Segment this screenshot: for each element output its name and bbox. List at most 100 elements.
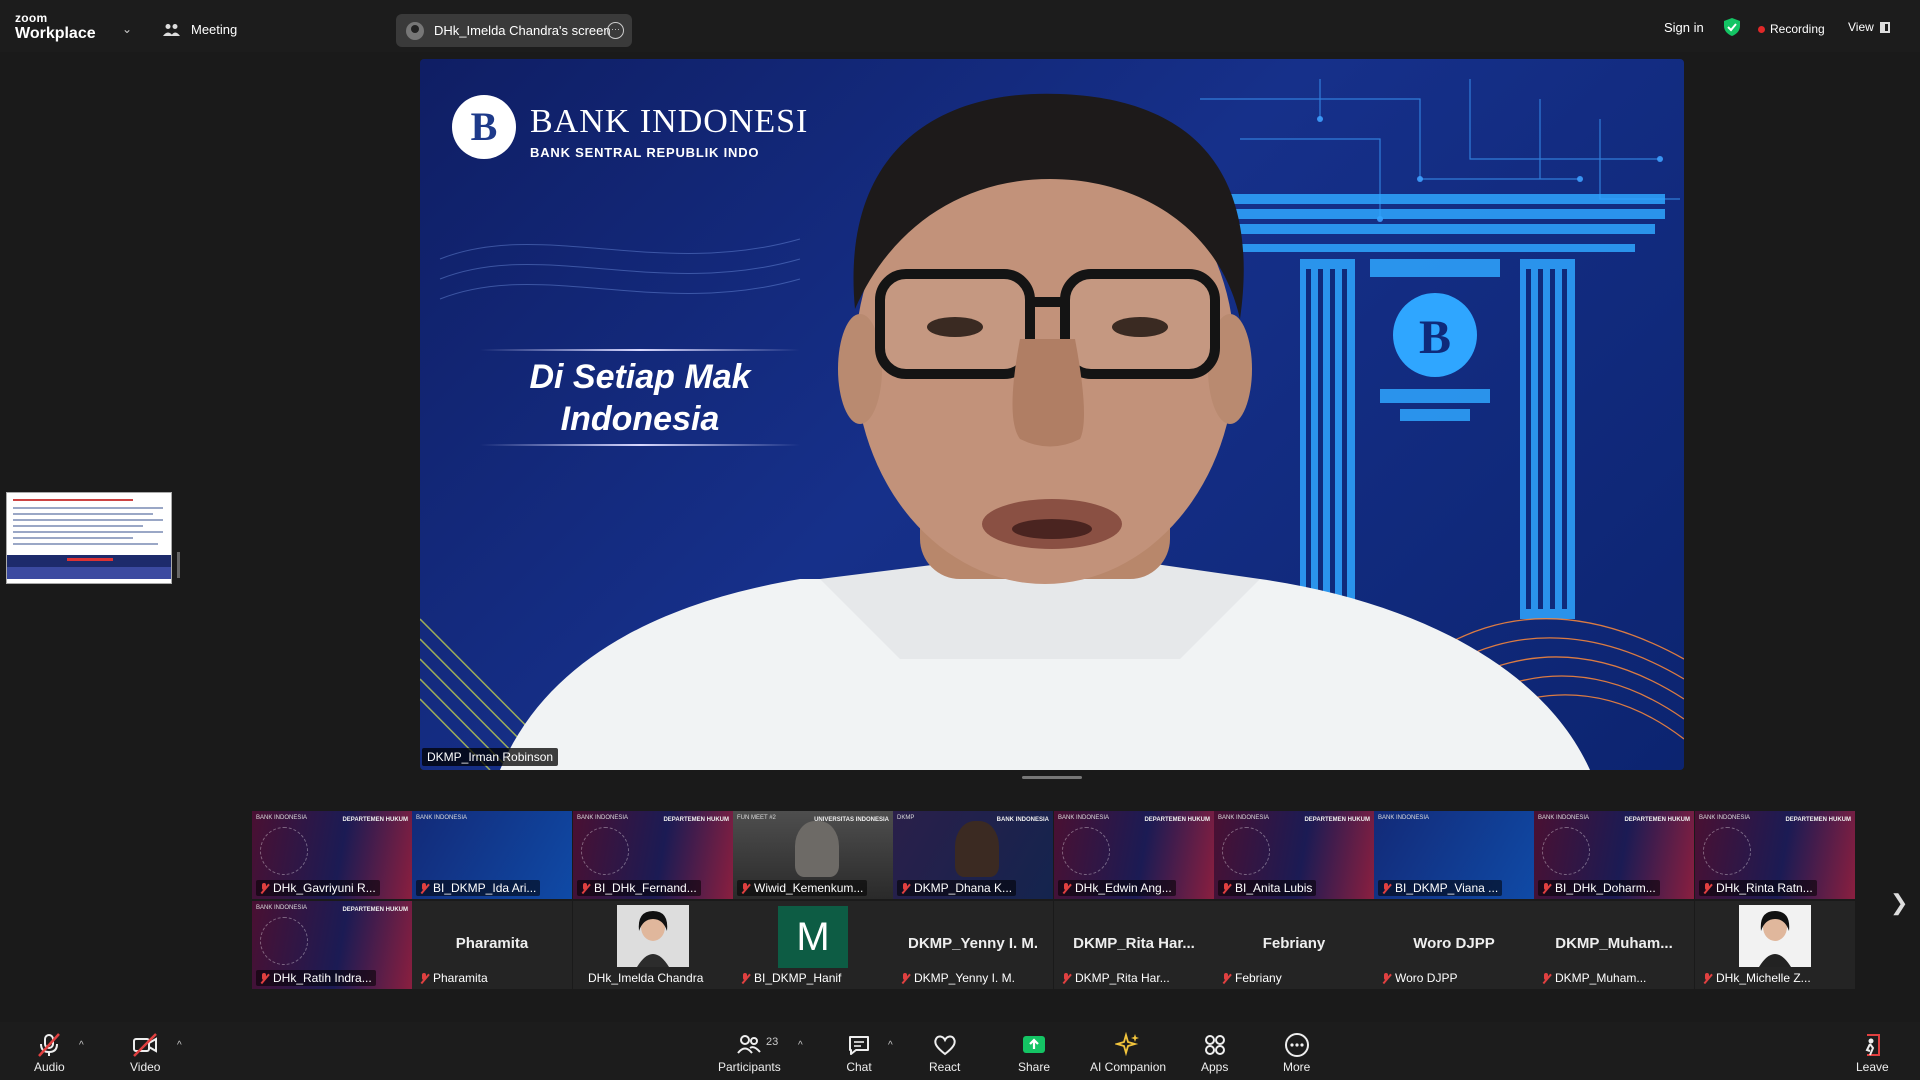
participant-name: DHk_Michelle Z... xyxy=(1716,971,1811,985)
participant-tile[interactable]: DKMP_Muham... DKMP_Muham... xyxy=(1534,901,1694,989)
participant-name-label: DHk_Edwin Ang... xyxy=(1058,880,1176,896)
active-speaker-video[interactable]: B B BANK INDONESI BANK SENTRAL REPUBLIK … xyxy=(420,59,1684,770)
participant-name: DHk_Ratih Indra... xyxy=(273,971,372,985)
participant-name-label: DKMP_Yenny I. M. xyxy=(897,970,1019,986)
participant-tile[interactable]: BANK INDONESIA DEPARTEMEN HUKUM DHk_Gavriy… xyxy=(252,811,412,899)
participant-tile[interactable]: Woro DJPP Woro DJPP xyxy=(1374,901,1534,989)
participant-tile[interactable]: BANK INDONESIA DEPARTEMEN HUKUM BI_DHk_Doh… xyxy=(1534,811,1694,899)
meeting-people-icon xyxy=(163,23,180,36)
participant-avatar-letter: M xyxy=(778,906,848,968)
ai-sparkle-icon xyxy=(1115,1032,1140,1057)
tile-slide-header: BANK INDONESIA xyxy=(256,815,308,821)
mic-muted-icon xyxy=(1702,972,1712,984)
panel-resize-handle[interactable] xyxy=(177,552,180,578)
tile-slide-graphic xyxy=(260,827,308,875)
gallery-resize-handle[interactable] xyxy=(1022,776,1082,779)
tile-slide-graphic xyxy=(1222,827,1270,875)
chevron-down-icon[interactable]: ⌄ xyxy=(122,22,132,36)
participant-name: DKMP_Muham... xyxy=(1555,971,1647,985)
participant-tile[interactable]: BANK INDONESIA DEPARTEMEN HUKUM BI_Anita L… xyxy=(1214,811,1374,899)
screen-share-indicator[interactable]: DHk_Imelda Chandra's screen ··· xyxy=(396,14,632,47)
participant-tile[interactable]: Pharamita Pharamita xyxy=(412,901,572,989)
participant-avatar-photo xyxy=(1739,905,1811,967)
ai-companion-button[interactable]: AI Companion xyxy=(1090,1032,1166,1074)
participant-name-label: DHk_Gavriyuni R... xyxy=(256,880,380,896)
meeting-menu[interactable]: Meeting xyxy=(163,22,237,37)
participant-name-label: DHk_Ratih Indra... xyxy=(256,970,376,986)
tile-slide-department: DEPARTEMEN HUKUM xyxy=(1144,817,1210,823)
mic-muted-icon xyxy=(1381,972,1391,984)
more-options-icon[interactable]: ··· xyxy=(607,22,624,39)
more-button[interactable]: More xyxy=(1283,1032,1310,1074)
brand-zoom: zoom xyxy=(15,11,48,25)
participant-tile[interactable]: DHk_Michelle Z... xyxy=(1695,901,1855,989)
participant-name: DHk_Rinta Ratn... xyxy=(1716,881,1813,895)
participant-tile[interactable]: BANK INDONESIA DEPARTEMEN HUKUM DHk_Edwin … xyxy=(1054,811,1214,899)
participant-display-name: Febriany xyxy=(1262,935,1326,952)
participant-display-name: Woro DJPP xyxy=(1413,935,1495,952)
video-options-chevron-icon[interactable]: ^ xyxy=(177,1040,182,1051)
participant-tile[interactable]: FUN MEET #2 UNIVERSITAS INDONESIA Wiwid_Ke… xyxy=(733,811,893,899)
participant-name: DKMP_Yenny I. M. xyxy=(914,971,1015,985)
security-shield-icon[interactable] xyxy=(1724,18,1740,36)
record-dot-icon xyxy=(1758,25,1765,33)
participant-tile[interactable]: BANK INDONESIA DEPARTEMEN HUKUM DHk_Rinta … xyxy=(1695,811,1855,899)
participant-tile[interactable]: BANK INDONESIA DEPARTEMEN HUKUM DHk_Ratih … xyxy=(252,901,412,989)
react-label: React xyxy=(929,1060,961,1074)
participant-tile[interactable]: BANK INDONESIA BI_DKMP_Ida Ari... xyxy=(412,811,572,899)
participant-tile[interactable]: DKMP_Yenny I. M. DKMP_Yenny I. M. xyxy=(893,901,1053,989)
share-screen-icon xyxy=(1023,1036,1046,1053)
audio-button[interactable]: Audio xyxy=(34,1032,65,1074)
apps-button[interactable]: Apps xyxy=(1201,1032,1228,1074)
chat-button[interactable]: Chat xyxy=(846,1032,872,1074)
mic-muted-icon xyxy=(740,882,750,894)
mic-muted-icon xyxy=(1221,882,1231,894)
recording-label: Recording xyxy=(1770,22,1825,36)
participant-tile[interactable]: DKMP_Rita Har... DKMP_Rita Har... xyxy=(1054,901,1214,989)
participant-name-label: BI_DHk_Fernand... xyxy=(577,880,701,896)
tile-slide-header: BANK INDONESIA xyxy=(1218,815,1270,821)
participant-name: BI_DHk_Fernand... xyxy=(594,881,697,895)
share-button[interactable]: Share xyxy=(1018,1032,1050,1074)
participant-name-label: BI_DKMP_Hanif xyxy=(737,970,845,986)
tile-slide-graphic xyxy=(1703,827,1751,875)
share-label: Share xyxy=(1018,1060,1051,1074)
chat-options-chevron-icon[interactable]: ^ xyxy=(888,1040,893,1051)
mic-muted-icon xyxy=(1221,972,1231,984)
mic-muted-icon xyxy=(1541,972,1551,984)
video-button[interactable]: Video xyxy=(130,1032,160,1074)
participant-name-label: Woro DJPP xyxy=(1378,970,1461,986)
shared-screen-thumbnail[interactable] xyxy=(6,492,172,584)
tile-slide-graphic xyxy=(581,827,629,875)
leave-door-icon xyxy=(1865,1034,1881,1056)
mic-muted-icon xyxy=(259,972,269,984)
participants-count-badge: 23 xyxy=(766,1036,779,1048)
mic-muted-icon xyxy=(900,882,910,894)
participant-tile[interactable]: DKMP BANK INDONESIA DKMP_Dhana K... xyxy=(893,811,1053,899)
tile-slide-header: BANK INDONESIA xyxy=(1058,815,1110,821)
participant-tile[interactable]: DHk_Imelda Chandra xyxy=(573,901,733,989)
participant-name: Pharamita xyxy=(433,971,488,985)
audio-options-chevron-icon[interactable]: ^ xyxy=(79,1040,84,1051)
participant-tile[interactable]: Febriany Febriany xyxy=(1214,901,1374,989)
mic-muted-icon xyxy=(419,882,429,894)
participant-name-label: BI_DKMP_Ida Ari... xyxy=(416,880,541,896)
mic-muted-icon xyxy=(1702,882,1712,894)
view-button[interactable]: View xyxy=(1848,20,1890,34)
zoom-workplace-logo[interactable]: zoom Workplace xyxy=(15,12,96,42)
participants-options-chevron-icon[interactable]: ^ xyxy=(798,1040,803,1051)
tile-slide-department: BANK INDONESIA xyxy=(996,817,1049,823)
participant-tile[interactable]: BANK INDONESIA DEPARTEMEN HUKUM BI_DHk_Fer… xyxy=(573,811,733,899)
recording-indicator[interactable]: Recording xyxy=(1758,22,1825,36)
participant-name-label: BI_Anita Lubis xyxy=(1218,880,1317,896)
leave-button[interactable]: Leave xyxy=(1856,1032,1889,1074)
gallery-next-page-icon[interactable]: ❯ xyxy=(1890,890,1908,916)
view-layout-icon xyxy=(1879,21,1890,33)
react-button[interactable]: React xyxy=(929,1032,960,1074)
sign-in-link[interactable]: Sign in xyxy=(1664,20,1704,35)
participant-name: BI_DHk_Doharm... xyxy=(1555,881,1656,895)
meeting-toolbar: Audio ^ Video ^ Participants ^ Chat ^ Re… xyxy=(0,1022,1920,1080)
participant-tile[interactable]: BANK INDONESIA BI_DKMP_Viana ... xyxy=(1374,811,1534,899)
participant-tile[interactable]: M BI_DKMP_Hanif xyxy=(733,901,893,989)
tile-slide-department: DEPARTEMEN HUKUM xyxy=(663,817,729,823)
